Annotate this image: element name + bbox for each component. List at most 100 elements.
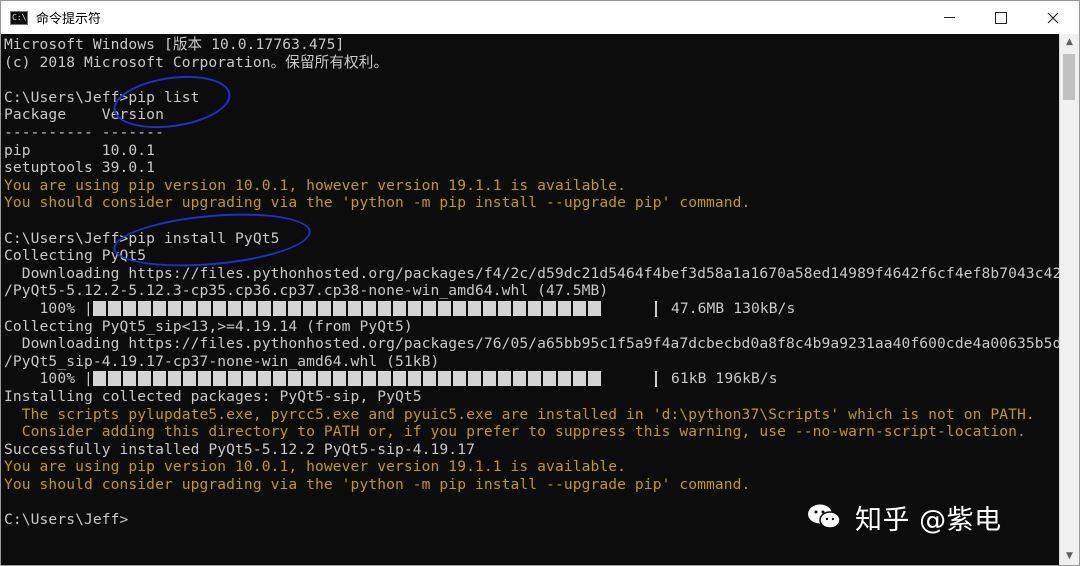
scroll-up-icon[interactable]: ▲ — [1060, 34, 1079, 51]
progress-block — [483, 301, 496, 316]
progress-block — [243, 371, 256, 387]
progress-block — [498, 301, 511, 316]
console-output[interactable]: Microsoft Windows [版本 10.0.17763.475] (c)… — [1, 34, 1059, 565]
progress-stats: 47.6MB 130kB/s — [671, 300, 796, 317]
console-line: ---------- ------- — [4, 124, 164, 141]
console-line: You should consider upgrading via the 'p… — [4, 194, 751, 212]
minimize-button[interactable] — [923, 1, 975, 34]
wechat-icon — [808, 504, 841, 529]
console-line: /PyQt5-5.12.2-5.12.3-cp35.cp36.cp37.cp38… — [4, 282, 609, 300]
watermark: 知乎 @紫电 — [807, 497, 1002, 537]
close-icon — [1047, 12, 1059, 23]
progress-block — [393, 301, 406, 316]
progress-block — [258, 301, 271, 316]
progress-block — [288, 371, 301, 387]
progress-bar-end — [655, 371, 657, 388]
console-line: Microsoft Windows [版本 10.0.17763.475] — [4, 36, 345, 53]
console-line: Consider adding this directory to PATH o… — [4, 423, 1026, 441]
progress-bar-end — [655, 301, 657, 317]
title-bar[interactable]: C:\ 命令提示符 — [1, 1, 1079, 34]
scroll-down-icon[interactable]: ▼ — [1060, 548, 1079, 565]
download-progress-bar — [93, 371, 601, 387]
maximize-button[interactable] — [975, 1, 1027, 34]
console-line: You should consider upgrading via the 'p… — [4, 476, 751, 493]
progress-block — [138, 301, 151, 316]
progress-block — [93, 371, 106, 387]
progress-block — [588, 371, 601, 387]
download-progress-bar — [93, 301, 601, 317]
console-app-icon: C:\ — [10, 10, 28, 25]
progress-block — [258, 371, 271, 387]
progress-block — [573, 301, 586, 316]
scroll-thumb[interactable] — [1063, 54, 1075, 100]
vertical-scrollbar[interactable]: ▲ ▼ — [1059, 34, 1079, 565]
console-line: setuptools 39.0.1 — [4, 159, 156, 177]
progress-block — [273, 371, 286, 387]
console-line: Downloading https://files.pythonhosted.o… — [4, 264, 1059, 282]
progress-block — [513, 301, 526, 316]
console-line: Collecting PyQt5_sip<13,>=4.19.14 (from … — [4, 317, 413, 335]
progress-block — [123, 301, 136, 316]
progress-block — [378, 371, 391, 387]
progress-block — [468, 371, 481, 387]
progress-block — [588, 301, 601, 316]
progress-block — [228, 301, 241, 316]
progress-block — [528, 371, 541, 387]
progress-block — [183, 301, 196, 316]
watermark-text: 知乎 @紫电 — [855, 504, 1002, 536]
maximize-icon — [995, 11, 1007, 24]
progress-block — [318, 371, 331, 387]
progress-block — [498, 371, 511, 387]
progress-block — [453, 371, 466, 387]
progress-block — [453, 301, 466, 316]
progress-block — [213, 371, 226, 387]
progress-block — [558, 301, 571, 316]
progress-block — [468, 301, 481, 316]
progress-block — [408, 371, 421, 387]
progress-block — [138, 371, 151, 387]
progress-block — [273, 301, 286, 316]
command-prompt-window: C:\ 命令提示符 Microsoft Windows [版本 10.0.177… — [0, 0, 1080, 566]
close-button[interactable] — [1027, 1, 1079, 34]
console-line: Downloading https://files.pythonhosted.o… — [4, 335, 1059, 353]
progress-block — [363, 371, 376, 387]
progress-block — [423, 301, 436, 316]
console-line: pip 10.0.1 — [4, 141, 156, 159]
console-line: 100% | — [4, 300, 93, 317]
progress-block — [123, 371, 136, 387]
progress-block — [198, 301, 211, 316]
progress-block — [183, 371, 196, 387]
minimize-icon — [943, 17, 955, 18]
progress-block — [408, 301, 421, 316]
progress-block — [393, 371, 406, 387]
window-controls — [923, 1, 1079, 34]
console-line: Package Version — [4, 106, 164, 124]
console-line: You are using pip version 10.0.1, howeve… — [4, 458, 627, 476]
progress-block — [228, 371, 241, 387]
progress-block — [363, 301, 376, 316]
progress-block — [303, 301, 316, 316]
console-line: 100% | — [4, 370, 93, 388]
console-line: /PyQt5_sip-4.19.17-cp37-none-win_amd64.w… — [4, 352, 440, 370]
console-line: Installing collected packages: PyQt5-sip… — [4, 388, 422, 405]
progress-block — [333, 371, 346, 387]
console-line: Successfully installed PyQt5-5.12.2 PyQt… — [4, 440, 475, 458]
progress-block — [543, 371, 556, 387]
progress-block — [153, 301, 166, 316]
progress-block — [288, 301, 301, 316]
progress-block — [168, 301, 181, 316]
progress-block — [213, 301, 226, 316]
progress-block — [108, 371, 121, 387]
progress-block — [438, 371, 451, 387]
progress-block — [513, 371, 526, 387]
progress-block — [543, 301, 556, 316]
console-line: You are using pip version 10.0.1, howeve… — [4, 176, 627, 194]
console-line: The scripts pylupdate5.exe, pyrcc5.exe a… — [4, 405, 1035, 423]
progress-block — [348, 301, 361, 316]
progress-block — [243, 301, 256, 316]
progress-block — [93, 301, 106, 316]
progress-block — [348, 371, 361, 387]
console-line: C:\Users\Jeff> — [4, 511, 129, 529]
progress-block — [528, 301, 541, 316]
window-title: 命令提示符 — [36, 12, 102, 27]
